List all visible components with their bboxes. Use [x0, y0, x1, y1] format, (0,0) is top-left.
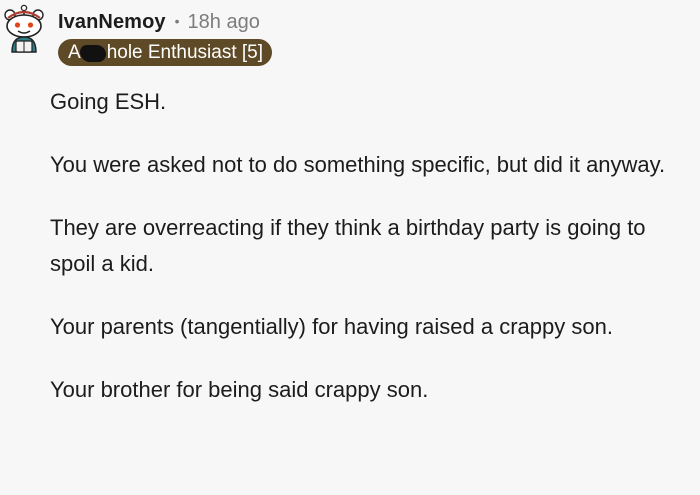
flair-prefix: A: [68, 42, 81, 63]
timestamp: 18h ago: [187, 10, 260, 33]
snoo-avatar-icon: [4, 4, 44, 53]
comment: IvanNemoy • 18h ago Ahole Enthusiast [5]…: [0, 0, 700, 495]
censor-mark: [79, 45, 106, 62]
user-avatar[interactable]: [2, 4, 46, 54]
separator-dot: •: [174, 13, 180, 29]
comment-paragraph: Going ESH.: [50, 89, 167, 114]
flair-suffix: hole Enthusiast [5]: [106, 42, 264, 63]
comment-header: IvanNemoy • 18h ago: [58, 9, 260, 35]
comment-paragraph: You were asked not to do something speci…: [50, 152, 666, 177]
user-flair: Ahole Enthusiast [5]: [58, 39, 273, 66]
comment-paragraph: Your parents (tangentially) for having r…: [50, 314, 613, 339]
comment-body: Going ESH. You were asked not to do some…: [50, 84, 690, 435]
comment-paragraph: Your brother for being said crappy son.: [50, 377, 429, 402]
comment-paragraph: They are overreacting if they think a bi…: [50, 215, 646, 276]
username-link[interactable]: IvanNemoy: [58, 11, 166, 34]
